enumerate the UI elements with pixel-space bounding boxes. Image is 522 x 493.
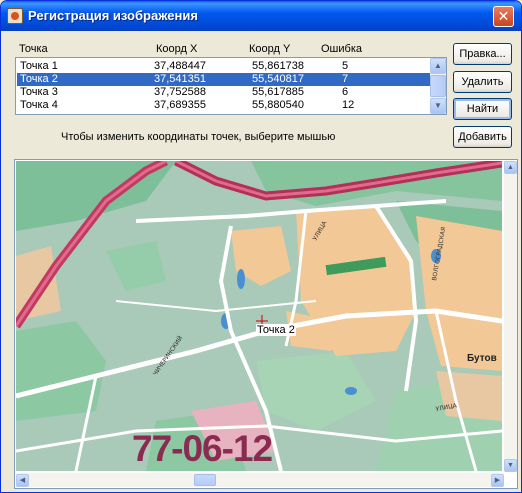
point-coord-x: 37,488447	[154, 60, 206, 72]
point-name: Точка 2	[20, 73, 58, 85]
points-list[interactable]: Точка 1 37,488447 55,861738 5 Точка 2 37…	[15, 57, 447, 115]
list-vertical-scrollbar[interactable]: ▲ ▼	[430, 58, 446, 114]
point-2-map-label: Точка 2	[256, 324, 296, 336]
point-coord-y: 55,617885	[252, 86, 304, 98]
point-error: 12	[342, 99, 355, 111]
title-bar[interactable]: Регистрация изображения ✕	[1, 1, 521, 31]
point-error: 5	[342, 60, 349, 72]
point-error: 6	[342, 86, 349, 98]
map-image[interactable]: УЛИЦА ВОЛГОГРАДСКАЯ ЧИЧЕРИНСКИЙ УЛИЦА Бу…	[16, 161, 502, 471]
map-horizontal-scrollbar[interactable]: ◀ ▶	[16, 473, 504, 487]
point-coord-y: 55,880540	[252, 99, 304, 111]
point-name: Точка 3	[20, 86, 58, 98]
find-button[interactable]: Найти	[453, 98, 512, 120]
point-coord-y: 55,861738	[252, 60, 304, 72]
point-coord-x: 37,689355	[154, 99, 206, 111]
map-code-overlay: 77-06-12	[132, 428, 273, 469]
instruction-text: Чтобы изменить координаты точек, выберит…	[61, 131, 336, 143]
column-header-coord-x: Коорд X	[156, 43, 198, 55]
list-row-point-2[interactable]: Точка 2 37,541351 55,540817 7	[17, 73, 431, 86]
add-button[interactable]: Добавить	[453, 126, 512, 148]
point-error: 7	[342, 73, 349, 85]
close-button[interactable]: ✕	[493, 6, 514, 27]
map-app-icon	[7, 8, 23, 24]
scroll-right-arrow-icon[interactable]: ▶	[491, 474, 504, 487]
map-graphic: УЛИЦА ВОЛГОГРАДСКАЯ ЧИЧЕРИНСКИЙ УЛИЦА Бу…	[16, 161, 502, 471]
column-header-error: Ошибка	[321, 43, 362, 55]
list-scroll-thumb[interactable]	[430, 75, 446, 97]
scroll-left-arrow-icon[interactable]: ◀	[16, 474, 29, 487]
map-horizontal-scroll-thumb[interactable]	[194, 474, 216, 486]
point-name: Точка 1	[20, 60, 58, 72]
point-coord-x: 37,541351	[154, 73, 206, 85]
place-label: Бутов	[467, 353, 497, 364]
point-coord-y: 55,540817	[252, 73, 304, 85]
window-title: Регистрация изображения	[28, 8, 198, 23]
point-name: Точка 4	[20, 99, 58, 111]
column-header-coord-y: Коорд Y	[249, 43, 291, 55]
scroll-up-arrow-icon[interactable]: ▲	[504, 161, 517, 174]
point-coord-x: 37,752588	[154, 86, 206, 98]
scroll-down-arrow-icon[interactable]: ▼	[430, 98, 446, 114]
delete-button[interactable]: Удалить	[453, 71, 512, 93]
column-header-point: Точка	[19, 43, 48, 55]
map-vertical-scrollbar[interactable]: ▲ ▼	[504, 161, 517, 472]
list-row-point-4[interactable]: Точка 4 37,689355 55,880540 12	[17, 99, 431, 112]
scroll-down-arrow-icon[interactable]: ▼	[504, 459, 517, 472]
list-row-point-1[interactable]: Точка 1 37,488447 55,861738 5	[17, 60, 431, 73]
registration-dialog: Регистрация изображения ✕ Точка Коорд X …	[0, 0, 522, 493]
scroll-up-arrow-icon[interactable]: ▲	[430, 58, 446, 74]
edit-button[interactable]: Правка...	[453, 43, 512, 65]
list-row-point-3[interactable]: Точка 3 37,752588 55,617885 6	[17, 86, 431, 99]
